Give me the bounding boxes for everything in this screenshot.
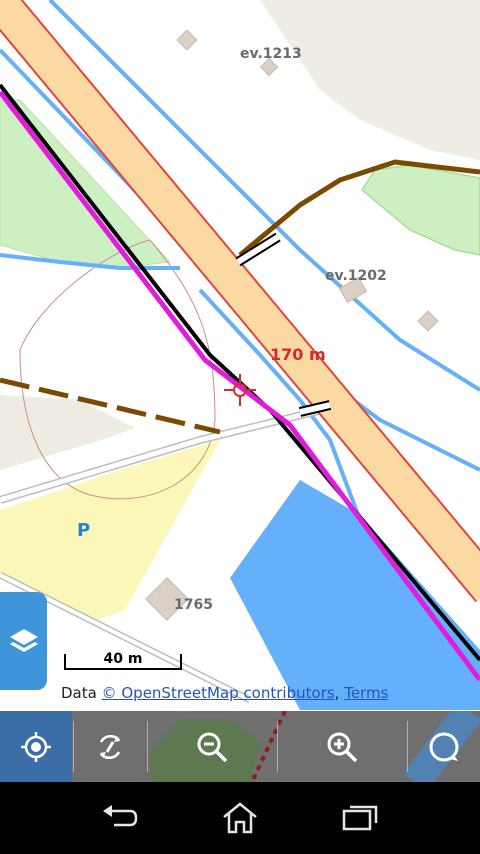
rotate-icon xyxy=(99,734,121,759)
map-toolbar xyxy=(0,711,480,782)
back-icon xyxy=(103,805,138,827)
rotate-map-button[interactable] xyxy=(74,711,146,782)
terms-link[interactable]: Terms xyxy=(344,684,388,702)
my-location-button[interactable] xyxy=(0,711,72,782)
attribution: Data © OpenStreetMap contributors, Terms xyxy=(61,684,388,702)
zoom-out-button[interactable] xyxy=(148,711,276,782)
zoom-in-button[interactable] xyxy=(278,711,406,782)
layers-icon xyxy=(9,629,38,652)
distance-label: 170 m xyxy=(270,345,326,364)
building-label: 1765 xyxy=(174,597,213,613)
home-button[interactable] xyxy=(200,782,280,854)
recents-button[interactable] xyxy=(320,782,400,854)
attribution-separator: , xyxy=(334,684,345,702)
osm-contributors-link[interactable]: © OpenStreetMap contributors xyxy=(102,684,335,702)
parking-label: P xyxy=(77,520,91,541)
zoom-out-icon xyxy=(197,732,228,762)
home-icon xyxy=(223,802,257,834)
compass-icon xyxy=(429,732,459,761)
building-label: ev.1213 xyxy=(240,46,302,62)
scale-bar: 40 m xyxy=(64,650,184,670)
recents-icon xyxy=(342,805,378,831)
system-navigation-bar xyxy=(0,782,480,854)
back-button[interactable] xyxy=(80,782,160,854)
layers-button[interactable] xyxy=(0,592,47,690)
compass-button[interactable] xyxy=(408,711,480,782)
crosshair-icon xyxy=(21,731,51,762)
attribution-prefix: Data xyxy=(61,684,102,702)
scale-label: 40 m xyxy=(103,651,143,667)
building-label: ev.1202 xyxy=(325,268,387,284)
zoom-in-icon xyxy=(327,732,358,762)
